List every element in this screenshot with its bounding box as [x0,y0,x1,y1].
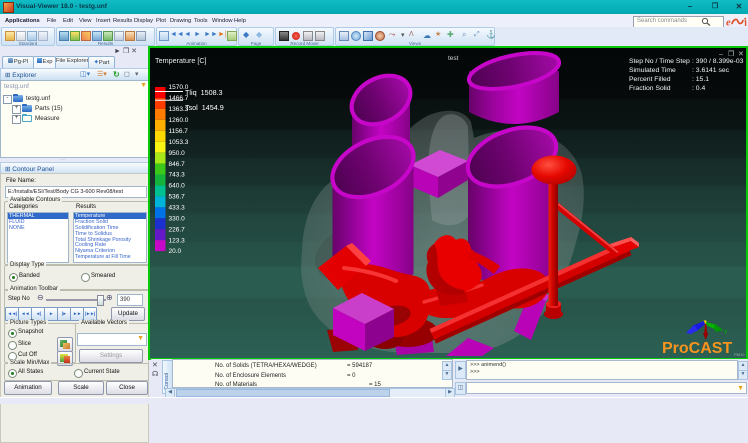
svg-text:Tsol 1454.9: Tsol 1454.9 [185,103,224,112]
svg-text:640.0: 640.0 [169,183,186,190]
svg-text:Simulated Time: Simulated Time [629,67,676,74]
svg-text:PM10: PM10 [734,352,745,357]
svg-text:: 0.4: : 0.4 [692,85,705,92]
svg-text:❐: ❐ [728,50,734,58]
svg-text:✕: ✕ [738,51,744,58]
svg-text:743.3: 743.3 [169,172,186,179]
svg-text:330.0: 330.0 [169,215,186,222]
svg-text:Percent Filled: Percent Filled [629,76,671,83]
svg-text:: 15.1: : 15.1 [692,76,709,83]
svg-text:Tliq 1508.3: Tliq 1508.3 [185,88,223,97]
svg-text:–: – [719,51,723,58]
svg-text:433.3: 433.3 [169,205,186,212]
svg-text:123.3: 123.3 [169,237,186,244]
svg-text:1053.3: 1053.3 [169,139,189,146]
svg-text:: 390 / 8.399e-03: : 390 / 8.399e-03 [692,58,744,65]
svg-text:226.7: 226.7 [169,226,186,233]
svg-text:: 3.6141 sec: : 3.6141 sec [692,67,730,74]
svg-text:ProCAST: ProCAST [662,340,732,357]
svg-text:20.0: 20.0 [169,248,182,255]
svg-text:1156.7: 1156.7 [169,128,189,135]
svg-text:Temperature [C]: Temperature [C] [155,56,207,65]
svg-text:Fraction Solid: Fraction Solid [629,85,671,92]
svg-text:e: e [726,18,731,28]
svg-text:test: test [448,55,459,62]
svg-text:Step No / Time Step: Step No / Time Step [629,58,690,65]
svg-text:536.7: 536.7 [169,194,186,201]
svg-text:1260.0: 1260.0 [169,117,189,124]
svg-text:846.7: 846.7 [169,161,186,168]
svg-text:950.0: 950.0 [169,150,186,157]
